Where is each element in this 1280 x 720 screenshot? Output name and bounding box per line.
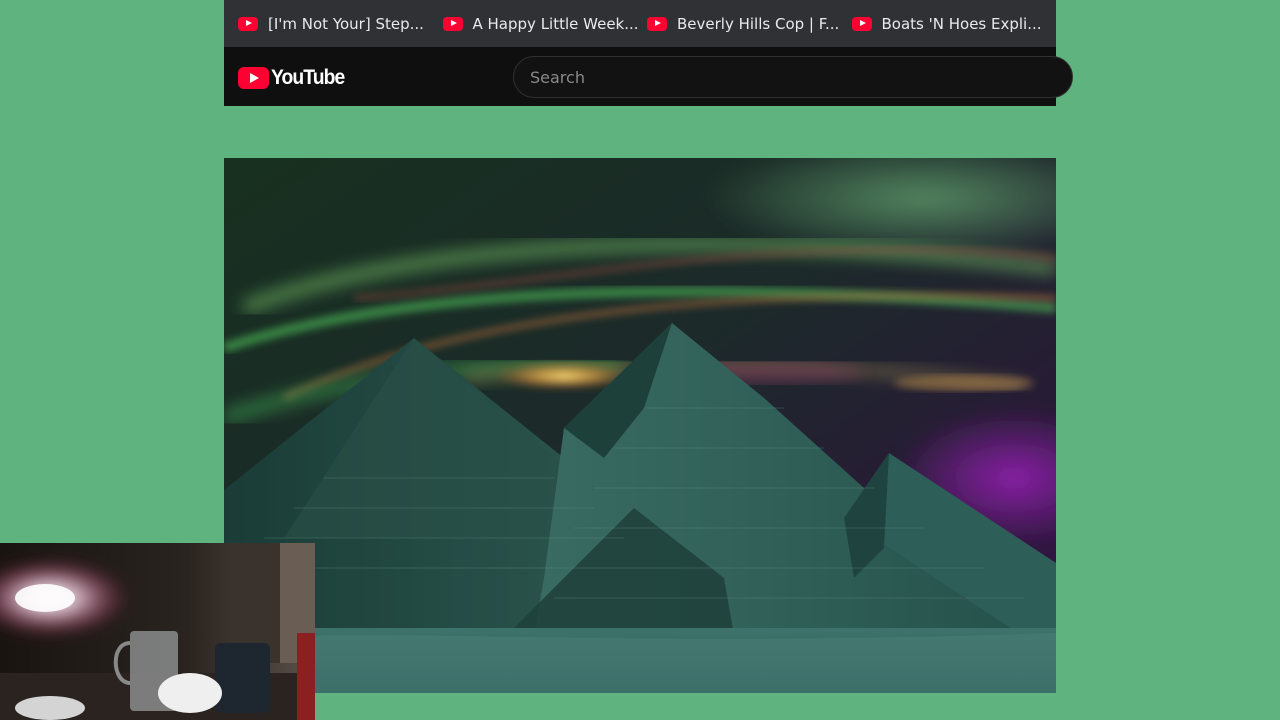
bookmark-label: [I'm Not Your] Step... [268, 14, 424, 33]
bookmark-label: Beverly Hills Cop | F... [677, 14, 840, 33]
search-box[interactable] [513, 56, 1073, 98]
bookmark-item[interactable]: Boats 'N Hoes Expli... [851, 9, 1057, 39]
webcam-feed [0, 543, 315, 720]
video-player[interactable] [224, 158, 1056, 693]
youtube-icon [238, 67, 269, 89]
youtube-header: YouTube [224, 47, 1073, 106]
youtube-icon [442, 16, 463, 31]
bookmark-label: A Happy Little Week... [472, 14, 639, 33]
bookmark-item[interactable]: A Happy Little Week... [442, 9, 648, 39]
bookmark-label: Boats 'N Hoes Expli... [881, 14, 1042, 33]
screen: [I'm Not Your] Step... A Happy Little We… [0, 0, 1280, 720]
youtube-logo[interactable]: YouTube [238, 66, 351, 90]
bookmark-item[interactable]: Beverly Hills Cop | F... [647, 9, 852, 39]
bookmarks-bar: [I'm Not Your] Step... A Happy Little We… [224, 0, 1056, 47]
youtube-icon [238, 16, 258, 31]
pyramids-aurora-image [224, 158, 1056, 693]
youtube-logo-text: YouTube [271, 66, 345, 89]
bookmark-item[interactable]: [I'm Not Your] Step... [238, 9, 443, 39]
webcam-overlay [0, 543, 315, 720]
youtube-icon [647, 16, 667, 31]
youtube-icon [851, 16, 872, 31]
search-input[interactable] [530, 57, 1030, 97]
